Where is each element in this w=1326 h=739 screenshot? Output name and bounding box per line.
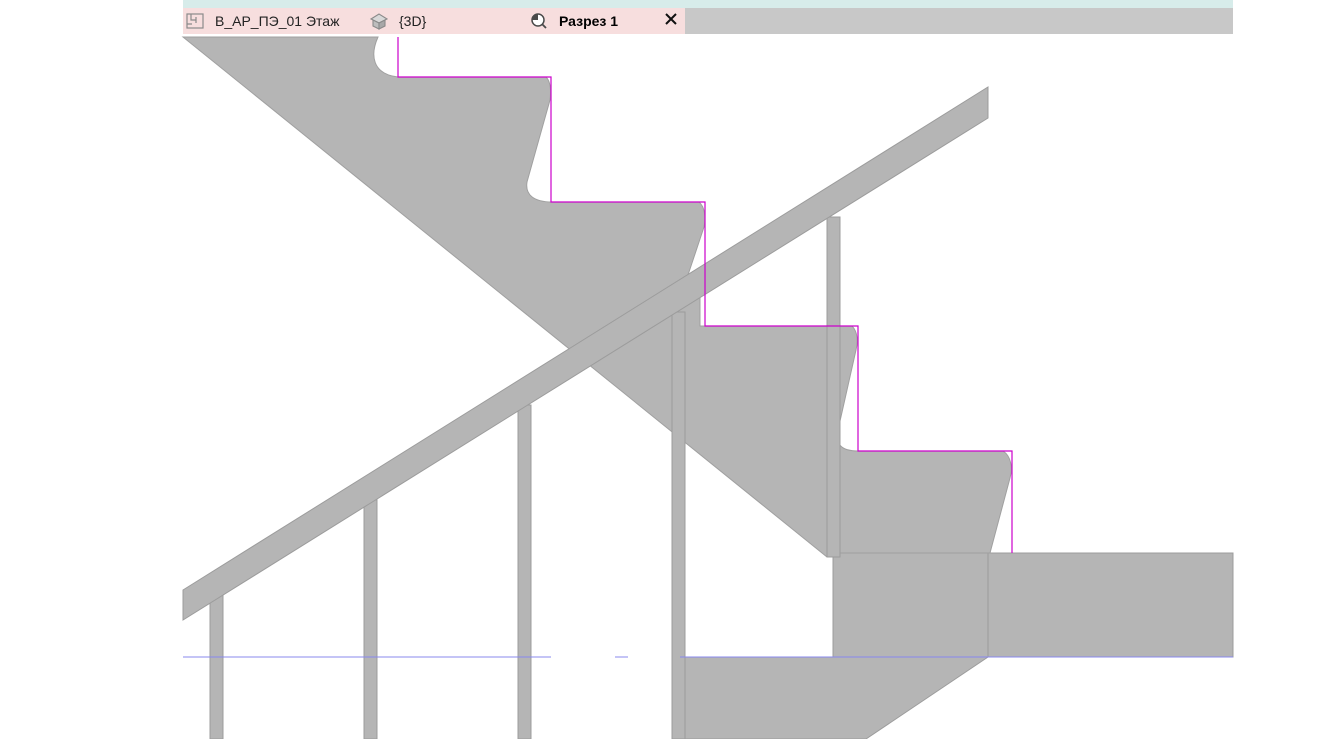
- stair-flight-section: [181, 36, 1012, 558]
- baluster: [363, 499, 378, 739]
- baluster: [517, 404, 532, 739]
- lower-flight-slab: [679, 656, 990, 739]
- landing-slab: [832, 552, 1234, 658]
- baluster: [826, 216, 841, 558]
- baluster: [671, 311, 686, 739]
- baluster: [209, 593, 224, 739]
- section-drawing-canvas[interactable]: [0, 0, 1326, 739]
